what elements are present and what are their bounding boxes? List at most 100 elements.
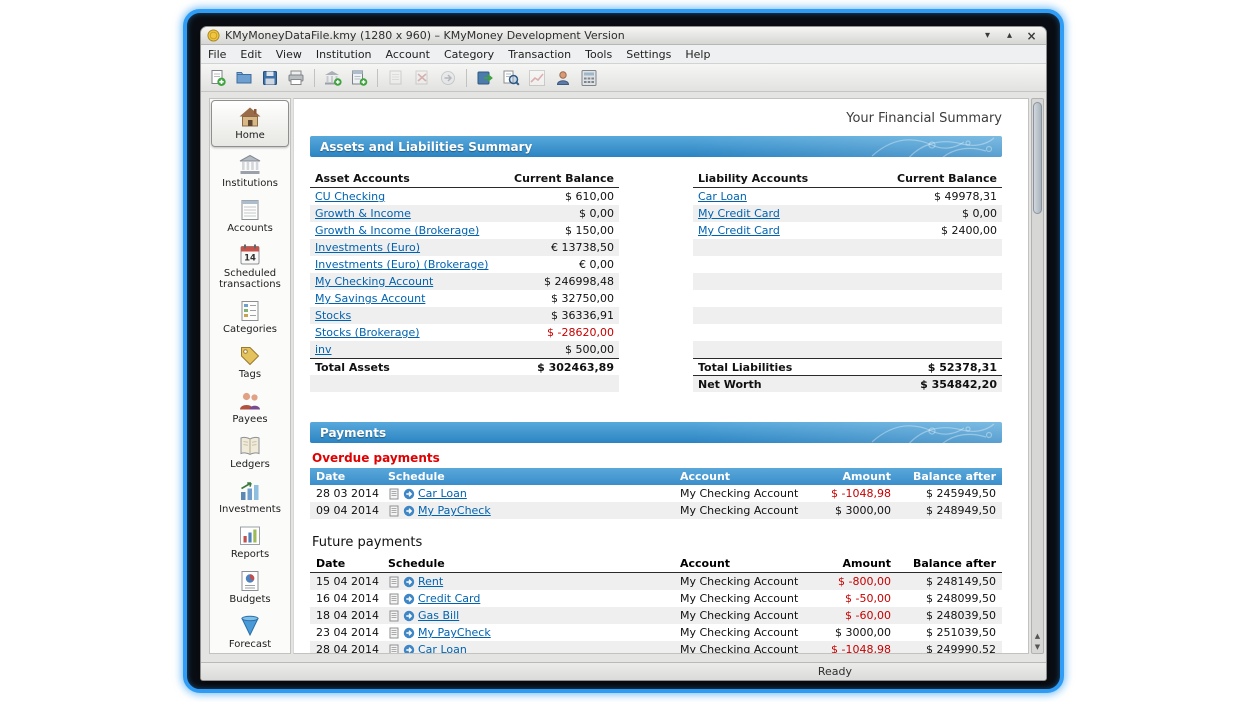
sidebar-item-forecast[interactable]: Forecast	[210, 610, 290, 654]
asset-account-link[interactable]: Investments (Euro) (Brokerage)	[315, 258, 488, 271]
save-file-button[interactable]	[258, 66, 282, 90]
menu-view[interactable]: View	[269, 45, 309, 63]
schedule-link[interactable]: Rent	[418, 575, 443, 588]
payees-button[interactable]	[551, 66, 575, 90]
menu-settings[interactable]: Settings	[619, 45, 678, 63]
window-body: Home Institutions Accounts 14 Scheduled …	[201, 92, 1046, 662]
sidebar-item-payees[interactable]: Payees	[210, 385, 290, 430]
sidebar-item-label: Ledgers	[230, 459, 270, 470]
goto-ledger-button[interactable]	[473, 66, 497, 90]
enter-schedule-icon[interactable]	[403, 488, 415, 500]
calculator-button[interactable]	[577, 66, 601, 90]
enter-schedule-icon[interactable]	[403, 644, 415, 655]
skip-schedule-icon[interactable]	[388, 627, 400, 639]
scroll-up-button[interactable]: ▲	[1032, 630, 1043, 641]
sidebar-item-budgets[interactable]: Budgets	[210, 565, 290, 610]
vertical-scrollbar[interactable]: ▲ ▼	[1031, 98, 1044, 654]
screenshot-canvas: KMyMoneyDataFile.kmy (1280 x 960) – KMyM…	[0, 0, 1248, 702]
payment-amount: $ -50,00	[802, 592, 897, 605]
maximize-button[interactable]: ▴	[1001, 29, 1018, 43]
schedule-link[interactable]: Car Loan	[418, 487, 467, 500]
skip-schedule-icon[interactable]	[388, 505, 400, 517]
sidebar-item-tags[interactable]: Tags	[210, 340, 290, 385]
categories-icon	[238, 299, 262, 323]
forecast-icon	[238, 614, 262, 638]
future-table-header: Date Schedule Account Amount Balance aft…	[310, 554, 1002, 573]
schedule-link[interactable]: Car Loan	[418, 643, 467, 654]
payment-amount: $ 3000,00	[802, 504, 897, 517]
asset-balance: $ -28620,00	[504, 326, 614, 339]
scroll-down-button[interactable]: ▼	[1032, 641, 1043, 652]
skip-schedule-icon[interactable]	[388, 576, 400, 588]
payment-amount: $ -1048,98	[802, 487, 897, 500]
titlebar[interactable]: KMyMoneyDataFile.kmy (1280 x 960) – KMyM…	[201, 27, 1046, 45]
empty-cell	[693, 239, 1002, 256]
scrollbar-thumb[interactable]	[1033, 102, 1042, 214]
highlight-frame: KMyMoneyDataFile.kmy (1280 x 960) – KMyM…	[183, 9, 1064, 693]
payment-row: 28 04 2014 Car Loan My Checking Account …	[310, 641, 1002, 654]
table-row: inv $ 500,00	[310, 341, 1002, 358]
new-file-button[interactable]	[206, 66, 230, 90]
menu-institution[interactable]: Institution	[309, 45, 379, 63]
toolbar-separator	[377, 69, 378, 87]
skip-schedule-icon[interactable]	[388, 488, 400, 500]
open-file-button[interactable]	[232, 66, 256, 90]
find-transaction-button[interactable]	[499, 66, 523, 90]
sidebar-item-ledgers[interactable]: Ledgers	[210, 430, 290, 475]
menu-transaction[interactable]: Transaction	[501, 45, 578, 63]
asset-account-link[interactable]: My Checking Account	[315, 275, 433, 288]
close-button[interactable]: ×	[1023, 29, 1040, 43]
sidebar-item-categories[interactable]: Categories	[210, 295, 290, 340]
menu-tools[interactable]: Tools	[578, 45, 619, 63]
col-amount: Amount	[802, 470, 897, 483]
liability-account-link[interactable]: Car Loan	[698, 190, 747, 203]
sidebar-item-reports[interactable]: Reports	[210, 520, 290, 565]
sidebar-item-accounts[interactable]: Accounts	[210, 194, 290, 239]
minimize-button[interactable]: ▾	[979, 29, 996, 43]
enter-schedule-icon[interactable]	[403, 610, 415, 622]
asset-balance: $ 36336,91	[504, 309, 614, 322]
enter-schedule-icon[interactable]	[403, 505, 415, 517]
asset-account-link[interactable]: CU Checking	[315, 190, 385, 203]
schedule-link[interactable]: Gas Bill	[418, 609, 459, 622]
net-worth-row: Net Worth$ 354842,20	[310, 375, 1002, 392]
schedule-link[interactable]: Credit Card	[418, 592, 480, 605]
enter-schedule-icon[interactable]	[403, 593, 415, 605]
print-button[interactable]	[284, 66, 308, 90]
skip-schedule-icon[interactable]	[388, 610, 400, 622]
asset-account-link[interactable]: Growth & Income	[315, 207, 411, 220]
sidebar-item-investments[interactable]: Investments	[210, 475, 290, 520]
asset-account-link[interactable]: Growth & Income (Brokerage)	[315, 224, 479, 237]
col-schedule: Schedule	[382, 470, 674, 483]
delete-disabled-icon	[413, 69, 431, 87]
new-institution-button[interactable]	[321, 66, 345, 90]
enter-schedule-icon[interactable]	[403, 627, 415, 639]
new-account-icon	[350, 69, 368, 87]
menu-help[interactable]: Help	[678, 45, 717, 63]
asset-account-link[interactable]: Stocks	[315, 309, 351, 322]
schedule-link[interactable]: My PayCheck	[418, 504, 491, 517]
menu-file[interactable]: File	[201, 45, 233, 63]
asset-account-link[interactable]: Stocks (Brokerage)	[315, 326, 420, 339]
asset-balance: $ 500,00	[504, 343, 614, 356]
menu-account[interactable]: Account	[379, 45, 437, 63]
asset-account-link[interactable]: Investments (Euro)	[315, 241, 420, 254]
payment-balance-after: $ 249990,52	[897, 643, 1002, 654]
liability-account-link[interactable]: My Credit Card	[698, 207, 780, 220]
payment-row: 09 04 2014 My PayCheck My Checking Accou…	[310, 502, 1002, 519]
sidebar-item-institutions[interactable]: Institutions	[210, 149, 290, 194]
new-account-button[interactable]	[347, 66, 371, 90]
asset-account-link[interactable]: My Savings Account	[315, 292, 425, 305]
skip-schedule-icon[interactable]	[388, 644, 400, 655]
liability-account-link[interactable]: My Credit Card	[698, 224, 780, 237]
skip-schedule-icon[interactable]	[388, 593, 400, 605]
goto-ledger-icon	[476, 69, 494, 87]
sidebar-item-scheduled-transactions[interactable]: 14 Scheduled transactions	[210, 239, 290, 295]
enter-schedule-icon[interactable]	[403, 576, 415, 588]
asset-balance: $ 0,00	[504, 207, 614, 220]
menu-edit[interactable]: Edit	[233, 45, 268, 63]
schedule-link[interactable]: My PayCheck	[418, 626, 491, 639]
sidebar-item-home[interactable]: Home	[211, 100, 289, 147]
asset-account-link[interactable]: inv	[315, 343, 332, 356]
menu-category[interactable]: Category	[437, 45, 501, 63]
